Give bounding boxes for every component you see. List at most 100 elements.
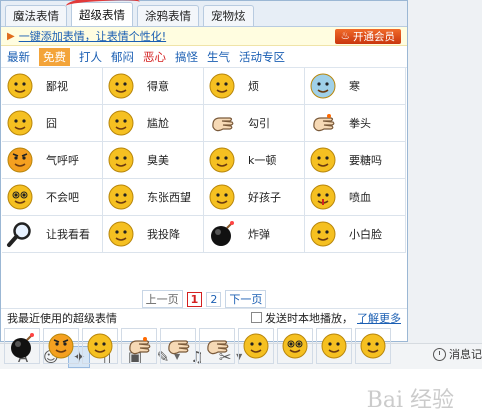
vip-button[interactable]: ♨ 开通会员 <box>334 28 401 44</box>
emoticon-cell[interactable]: k一顿 <box>204 142 305 179</box>
category-bar: 最新 免费 打人 郁闷 恶心 搞怪 生气 活动专区 <box>1 46 407 68</box>
recent-emoticon[interactable] <box>199 328 235 364</box>
looking-around-face-icon <box>108 184 134 210</box>
disdain-face-icon <box>7 73 33 99</box>
chill-face-icon <box>310 73 336 99</box>
emoticon-cell[interactable]: 东张西望 <box>103 179 204 216</box>
recent-emoticon[interactable] <box>82 328 118 364</box>
category-item[interactable]: 郁闷 <box>111 49 134 65</box>
recent-title: 我最近使用的超级表情 <box>7 311 117 325</box>
send-local-checkbox[interactable] <box>251 312 262 323</box>
emoticon-cell[interactable]: 气呼呼 <box>2 142 103 179</box>
vain-face-icon <box>108 147 134 173</box>
page-2[interactable]: 2 <box>206 291 222 307</box>
recent-emoticon[interactable] <box>277 328 313 364</box>
annoyed-face-icon <box>209 73 235 99</box>
emoticon-cell[interactable]: 尴尬 <box>103 105 204 142</box>
recent-emoticon[interactable] <box>238 328 274 364</box>
emoticon-label: 得意 <box>147 80 169 93</box>
promo-link[interactable]: 一键添加表情，让表情个性化! <box>19 28 166 44</box>
prev-page-button[interactable]: 上一页 <box>141 290 183 308</box>
emoticon-label: 拳头 <box>349 117 371 130</box>
beat-up-face-icon <box>209 147 235 173</box>
category-item[interactable]: 搞怪 <box>175 49 198 65</box>
flame-icon: ♨ <box>340 30 350 42</box>
recent-header: 我最近使用的超级表情 发送时本地播放， 了解更多 <box>1 308 407 326</box>
page-1[interactable]: 1 <box>186 291 203 307</box>
smug-face-icon <box>108 73 134 99</box>
category-item[interactable]: 恶心 <box>143 49 166 65</box>
emoticon-cell[interactable]: 寒 <box>305 68 406 105</box>
emoticon-cell[interactable]: 囧 <box>2 105 103 142</box>
recent-emoticon[interactable] <box>316 328 352 364</box>
emoticon-cell[interactable]: 我投降 <box>103 216 204 253</box>
arrow-right-icon: ▶ <box>7 30 15 42</box>
emoticon-cell[interactable]: 勾引 <box>204 105 305 142</box>
category-item[interactable]: 最新 <box>7 49 30 65</box>
tab-magic[interactable]: 魔法表情 <box>5 5 67 26</box>
candy-face-icon <box>310 147 336 173</box>
angry-face-icon <box>48 333 74 359</box>
emoticon-label: 寒 <box>349 80 360 93</box>
category-item[interactable]: 活动专区 <box>239 49 285 65</box>
emoticon-cell[interactable]: 拳头 <box>305 105 406 142</box>
emoticon-cell[interactable]: 鄙视 <box>2 68 103 105</box>
fist-icon <box>129 337 151 355</box>
emoticon-label: 喷血 <box>349 191 371 204</box>
recent-emoticon[interactable] <box>121 328 157 364</box>
tab-doodle[interactable]: 涂鸦表情 <box>137 5 199 26</box>
emoticon-label: 鄙视 <box>46 80 68 93</box>
send-local-label: 发送时本地播放， <box>265 311 353 325</box>
category-item[interactable]: 打人 <box>79 49 102 65</box>
beckon-hand-icon <box>168 340 190 355</box>
tab-pet[interactable]: 宠物炫 <box>203 5 254 26</box>
emoticon-label: 让我看看 <box>46 228 90 241</box>
promo-bar: ▶ 一键添加表情，让表情个性化! ♨ 开通会员 <box>1 27 407 46</box>
emoticon-label: 囧 <box>46 117 57 130</box>
clock-icon <box>433 347 446 361</box>
emoticon-label: 气呼呼 <box>46 154 79 167</box>
emoticon-cell[interactable]: 臭美 <box>103 142 204 179</box>
category-item[interactable]: 生气 <box>207 49 230 65</box>
emoticon-cell[interactable]: 小白脸 <box>305 216 406 253</box>
emoticon-cell[interactable]: 要糖吗 <box>305 142 406 179</box>
learn-more-link[interactable]: 了解更多 <box>357 310 401 326</box>
message-record-button[interactable]: 消息记 <box>433 346 482 362</box>
vip-button-label: 开通会员 <box>353 30 395 43</box>
tab-super[interactable]: 超级表情 <box>71 2 133 26</box>
emoticon-label: 烦 <box>248 80 259 93</box>
emoticon-cell[interactable]: 不会吧 <box>2 179 103 216</box>
emoticon-cell[interactable]: 烦 <box>204 68 305 105</box>
emoticon-cell[interactable]: 喷血 <box>305 179 406 216</box>
emoticon-cell[interactable]: 让我看看 <box>2 216 103 253</box>
emoticon-label: 不会吧 <box>46 191 79 204</box>
emoticon-label: 我投降 <box>147 228 180 241</box>
emoticon-label: 臭美 <box>147 154 169 167</box>
next-page-button[interactable]: 下一页 <box>225 290 267 308</box>
emoticon-label: 勾引 <box>248 117 270 130</box>
shocked-face-icon <box>282 333 308 359</box>
magnifier-icon <box>7 222 31 247</box>
watermark-logo: Bai 经验 <box>366 388 454 413</box>
emoticon-cell[interactable]: 得意 <box>103 68 204 105</box>
category-item[interactable]: 免费 <box>39 47 70 66</box>
candy-face-icon <box>243 333 269 359</box>
panel-tabs: 魔法表情 超级表情 涂鸦表情 宠物炫 <box>1 1 407 27</box>
emoticon-label: 炸弹 <box>248 228 270 241</box>
emoticon-grid: 鄙视 得意 烦 寒囧 尴尬 勾引 拳头气呼呼 臭美 k一顿 要糖吗不会吧 东张西望 好孩子 喷血让我看看… <box>2 68 407 290</box>
surrender-face-icon <box>108 221 134 247</box>
recent-emoticon[interactable] <box>355 328 391 364</box>
recent-emoticon[interactable] <box>4 328 40 364</box>
bomb-icon <box>211 221 234 246</box>
recent-emoticon[interactable] <box>43 328 79 364</box>
emoticon-cell[interactable]: 炸弹 <box>204 216 305 253</box>
emoticon-label: k一顿 <box>248 154 277 167</box>
emoticon-label: 好孩子 <box>248 191 281 204</box>
awkward-face-icon <box>108 110 134 136</box>
good-kid-face-icon <box>209 184 235 210</box>
emoticon-label: 小白脸 <box>349 228 382 241</box>
recent-emoticon[interactable] <box>160 328 196 364</box>
emoticon-cell[interactable]: 好孩子 <box>204 179 305 216</box>
jiong-face-icon <box>7 110 33 136</box>
emoticon-label: 要糖吗 <box>349 154 382 167</box>
